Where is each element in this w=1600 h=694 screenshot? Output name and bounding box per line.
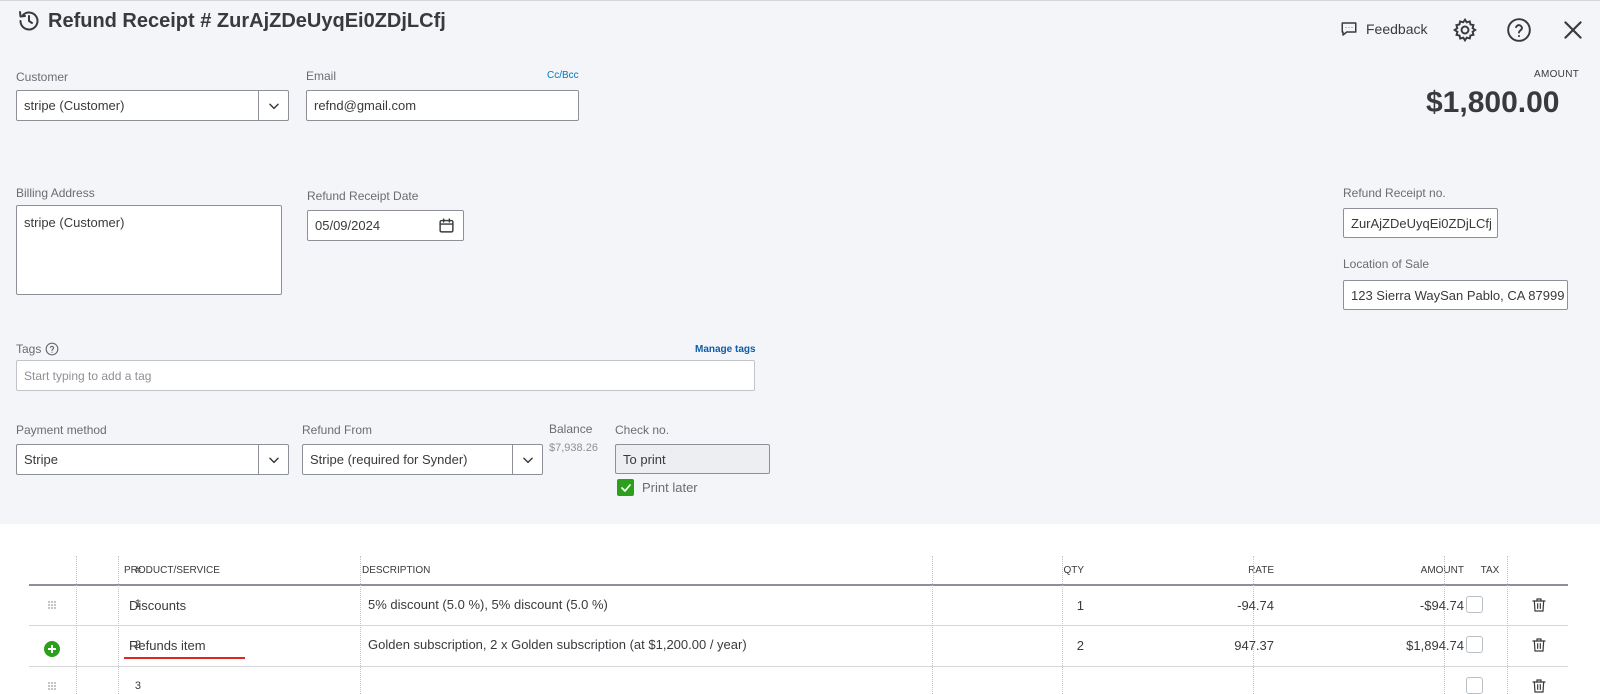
header-divider [29, 584, 1568, 586]
amount-label: AMOUNT [1534, 69, 1580, 80]
tax-checkbox[interactable] [1466, 677, 1483, 694]
feedback-icon [1341, 22, 1357, 36]
row-qty[interactable]: 2 [979, 638, 1084, 653]
header: Refund Receipt # ZurAjZDeUyqEi0ZDjLCfj F… [0, 0, 1600, 60]
date-field[interactable]: 05/09/2024 [307, 210, 464, 241]
email-value: refnd@gmail.com [314, 98, 417, 113]
total-amount: $1,800.00 [1426, 86, 1560, 119]
manage-tags-link[interactable]: Manage tags [695, 344, 756, 355]
refund-from-value: Stripe (required for Synder) [310, 452, 468, 467]
page-title: Refund Receipt # ZurAjZDeUyqEi0ZDjLCfj [48, 10, 446, 32]
payment-method-select[interactable]: Stripe [16, 444, 289, 475]
row-divider [29, 625, 1568, 626]
row-description[interactable]: 5% discount (5.0 %), 5% discount (5.0 %) [368, 597, 608, 612]
payment-method-value: Stripe [24, 452, 58, 467]
column-divider [1507, 556, 1508, 694]
customer-dropdown-button[interactable] [258, 91, 288, 120]
chevron-down-icon [268, 457, 279, 463]
payment-method-label: Payment method [16, 423, 107, 437]
customer-value: stripe (Customer) [24, 98, 125, 113]
plus-icon [48, 645, 56, 653]
annotation-underline [124, 657, 245, 659]
row-amount[interactable]: $1,894.74 [1309, 638, 1464, 653]
row-rate[interactable]: -94.74 [1129, 598, 1274, 613]
customer-label: Customer [16, 70, 69, 84]
chevron-down-icon [268, 103, 279, 109]
trash-icon[interactable] [1531, 636, 1547, 654]
tags-label-group: Tags [16, 342, 59, 356]
chevron-down-icon [522, 457, 533, 463]
gear-icon[interactable] [1452, 17, 1478, 43]
customer-select[interactable]: stripe (Customer) [16, 90, 289, 121]
drag-handle-icon[interactable] [47, 600, 57, 610]
refund-from-label: Refund From [302, 423, 373, 437]
help-icon[interactable] [45, 342, 59, 356]
row-divider [29, 666, 1568, 667]
column-divider [1253, 556, 1254, 694]
tax-checkbox[interactable] [1466, 596, 1483, 613]
location-label: Location of Sale [1343, 257, 1430, 271]
date-value: 05/09/2024 [315, 218, 381, 233]
email-field[interactable]: refnd@gmail.com [306, 90, 579, 121]
check-no-label: Check no. [615, 423, 670, 437]
drag-handle-icon[interactable] [47, 681, 57, 691]
receipt-no-label: Refund Receipt no. [1343, 186, 1446, 200]
row-product[interactable]: Discounts [129, 598, 186, 613]
column-divider [118, 556, 119, 694]
check-no-field[interactable]: To print [615, 444, 770, 474]
row-amount[interactable]: -$94.74 [1309, 598, 1464, 613]
checkmark-icon [620, 483, 631, 492]
col-header-amount: AMOUNT [1420, 564, 1464, 576]
refund-from-select[interactable]: Stripe (required for Synder) [302, 444, 543, 475]
close-icon[interactable] [1560, 17, 1586, 43]
location-field[interactable]: 123 Sierra WaySan Pablo, CA 87999 [1343, 280, 1568, 310]
add-line-button[interactable] [44, 641, 60, 657]
row-qty[interactable]: 1 [979, 598, 1084, 613]
date-label: Refund Receipt Date [307, 189, 419, 203]
history-icon [19, 11, 39, 31]
feedback-label: Feedback [1366, 21, 1428, 37]
row-product[interactable]: Refunds item [129, 638, 206, 653]
balance-value: $7,938.26 [549, 442, 598, 454]
col-header-description: DESCRIPTION [362, 564, 431, 576]
billing-address-field[interactable]: stripe (Customer) [16, 205, 282, 295]
cc-bcc-link[interactable]: Cc/Bcc [547, 70, 579, 81]
column-divider [1444, 556, 1445, 694]
column-divider [1062, 556, 1063, 694]
tags-label: Tags [16, 342, 42, 356]
row-number: 3 [134, 680, 141, 692]
refund-from-dropdown-button[interactable] [512, 445, 542, 474]
receipt-no-field[interactable]: ZurAjZDeUyqEi0ZDjLCfj [1343, 208, 1498, 238]
column-divider [932, 556, 933, 694]
billing-address-value: stripe (Customer) [24, 215, 125, 230]
balance-label: Balance [549, 422, 593, 436]
col-header-qty: QTY [1063, 564, 1084, 576]
print-later-checkbox[interactable] [617, 479, 634, 496]
col-header-product: PRODUCT/SERVICE [124, 564, 220, 576]
tax-checkbox[interactable] [1466, 636, 1483, 653]
payment-method-dropdown-button[interactable] [258, 445, 288, 474]
feedback-button[interactable]: Feedback [1340, 20, 1427, 38]
location-value: 123 Sierra WaySan Pablo, CA 87999 [1351, 287, 1565, 303]
help-icon[interactable] [1506, 17, 1532, 43]
receipt-no-value: ZurAjZDeUyqEi0ZDjLCfj [1351, 215, 1492, 231]
tags-input[interactable]: Start typing to add a tag [16, 360, 755, 391]
row-rate[interactable]: 947.37 [1129, 638, 1274, 653]
print-later-label: Print later [642, 480, 698, 495]
billing-address-label: Billing Address [16, 186, 95, 200]
check-no-value: To print [623, 451, 666, 467]
trash-icon[interactable] [1531, 677, 1547, 694]
row-description[interactable]: Golden subscription, 2 x Golden subscrip… [368, 637, 747, 652]
calendar-icon[interactable] [438, 217, 455, 234]
column-divider [360, 556, 361, 694]
tags-placeholder: Start typing to add a tag [24, 368, 152, 383]
trash-icon[interactable] [1531, 596, 1547, 614]
column-divider [76, 556, 77, 694]
email-label: Email [306, 69, 337, 83]
